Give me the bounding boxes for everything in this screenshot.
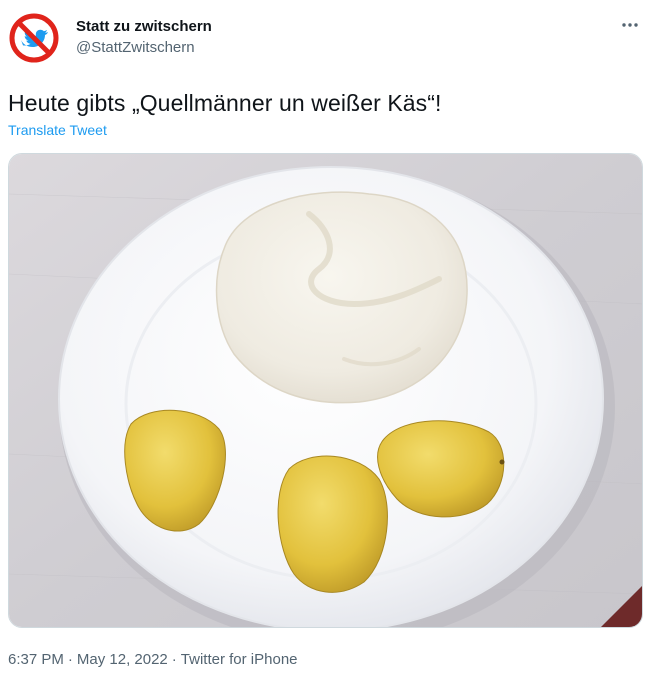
meta-separator: · xyxy=(171,651,177,668)
tweet-source[interactable]: Twitter for iPhone xyxy=(181,651,298,668)
photo-plate-potatoes-quark xyxy=(9,154,642,627)
handle[interactable]: @StattZwitschern xyxy=(76,38,212,58)
tweet-meta: 6:37 PM · May 12, 2022 · Twitter for iPhone xyxy=(8,650,298,670)
tweet-date[interactable]: May 12, 2022 xyxy=(77,651,168,668)
no-twitter-bird-icon xyxy=(9,13,59,63)
translate-tweet-link[interactable]: Translate Tweet xyxy=(8,121,107,139)
author-block: Statt zu zwitschern @StattZwitschern xyxy=(76,17,212,58)
tweet-photo[interactable] xyxy=(8,153,643,628)
display-name[interactable]: Statt zu zwitschern xyxy=(76,17,212,37)
meta-separator: · xyxy=(67,651,73,668)
tweet-time[interactable]: 6:37 PM xyxy=(8,651,64,668)
tweet: Statt zu zwitschern @StattZwitschern Heu… xyxy=(0,0,657,682)
more-horizontal-icon xyxy=(622,23,638,27)
potato-middle xyxy=(277,455,388,593)
avatar[interactable] xyxy=(9,13,59,63)
tweet-text: Heute gibts „Quellmänner un weißer Käs“! xyxy=(8,90,442,116)
more-button[interactable] xyxy=(619,14,641,36)
